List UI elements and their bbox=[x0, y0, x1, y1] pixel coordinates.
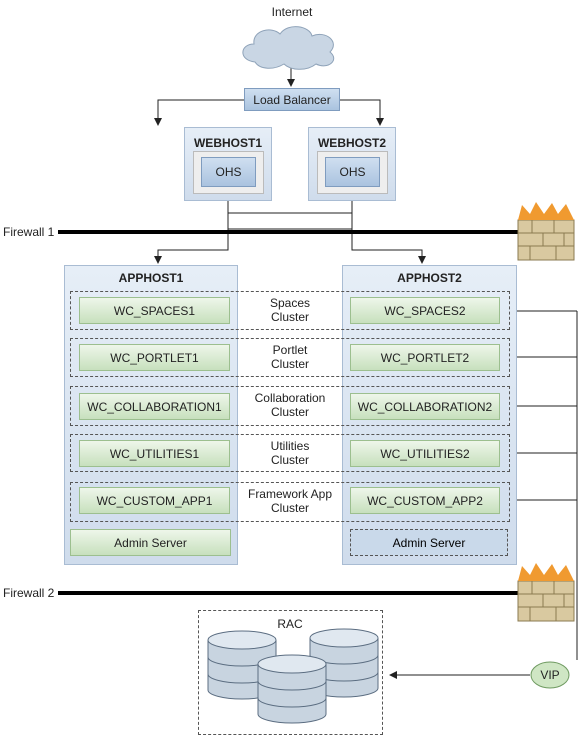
firewall2-label: Firewall 2 bbox=[3, 586, 55, 600]
cluster-label: Collaboration Cluster bbox=[254, 391, 326, 419]
managed-server: WC_COLLABORATION1 bbox=[79, 393, 230, 420]
managed-server: WC_PORTLET2 bbox=[350, 344, 500, 371]
ohs-component: OHS bbox=[325, 157, 380, 187]
managed-server: WC_UTILITIES1 bbox=[79, 440, 230, 467]
managed-server: WC_CUSTOM_APP2 bbox=[350, 487, 500, 514]
firewall1-label: Firewall 1 bbox=[3, 225, 55, 239]
webhost-title: WEBHOST1 bbox=[193, 136, 262, 150]
apphost-title: APPHOST1 bbox=[118, 271, 184, 285]
webhost1: WEBHOST1 OHS bbox=[184, 127, 272, 201]
firewall1-icon bbox=[517, 202, 575, 261]
webhost-title: WEBHOST2 bbox=[317, 136, 386, 150]
cloud-icon bbox=[242, 26, 335, 70]
apphost-title: APPHOST2 bbox=[397, 271, 462, 285]
vip-label: VIP bbox=[540, 668, 560, 682]
managed-server: WC_SPACES2 bbox=[350, 297, 500, 324]
webhost2: WEBHOST2 OHS bbox=[308, 127, 396, 201]
architecture-diagram: Internet Load Balancer WEBHOST1 OHS WEBH… bbox=[0, 0, 584, 742]
managed-server: WC_CUSTOM_APP1 bbox=[79, 487, 230, 514]
cluster-label: Spaces Cluster bbox=[269, 296, 311, 324]
cluster-label: Utilities Cluster bbox=[270, 439, 310, 467]
rac-label: RAC bbox=[277, 617, 303, 631]
load-balancer: Load Balancer bbox=[244, 88, 340, 111]
admin-server-active: Admin Server bbox=[70, 529, 231, 556]
managed-server: WC_UTILITIES2 bbox=[350, 440, 500, 467]
admin-server-standby: Admin Server bbox=[350, 529, 508, 556]
firewall2-icon bbox=[517, 563, 575, 622]
managed-server: WC_PORTLET1 bbox=[79, 344, 230, 371]
managed-server: WC_SPACES1 bbox=[79, 297, 230, 324]
lb-webhost2-arrow bbox=[340, 99, 384, 126]
cluster-label: Framework App Cluster bbox=[247, 487, 333, 515]
managed-server: WC_COLLABORATION2 bbox=[350, 393, 500, 420]
internet-label: Internet bbox=[271, 5, 313, 19]
lb-webhost1-arrow bbox=[154, 99, 244, 126]
ohs-component: OHS bbox=[201, 157, 256, 187]
cluster-label: Portlet Cluster bbox=[270, 343, 309, 371]
